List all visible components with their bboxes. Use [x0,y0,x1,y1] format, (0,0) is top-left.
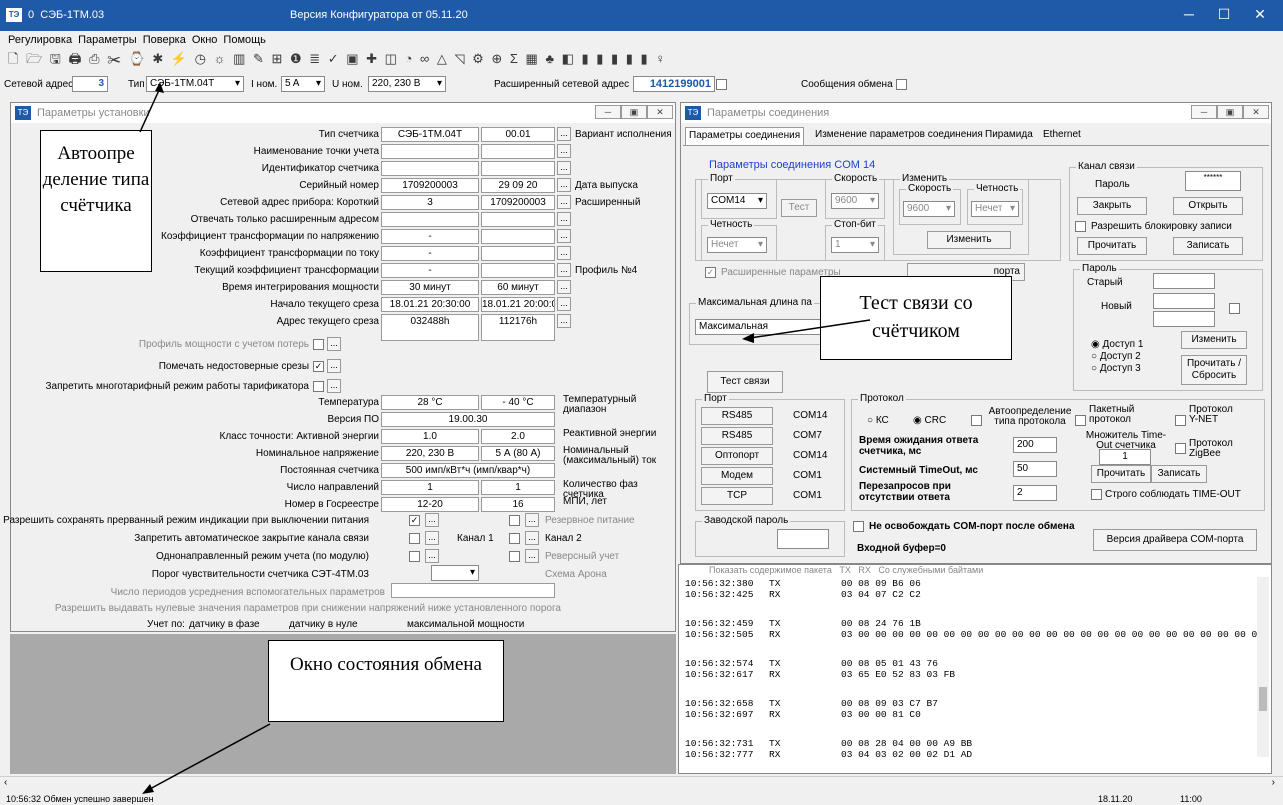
status-date: 18.11.20 [1098,794,1133,804]
status-message: 10:56:32 Обмен успешно завершен [6,794,154,804]
arrow-test [749,319,871,339]
arrow-state [147,723,271,791]
callout-arrows [139,82,871,794]
status-time: 11:00 [1180,794,1202,804]
arrow-autodetect [139,87,161,133]
status-bar: 10:56:32 Обмен успешно завершен 18.11.20… [0,794,1283,805]
